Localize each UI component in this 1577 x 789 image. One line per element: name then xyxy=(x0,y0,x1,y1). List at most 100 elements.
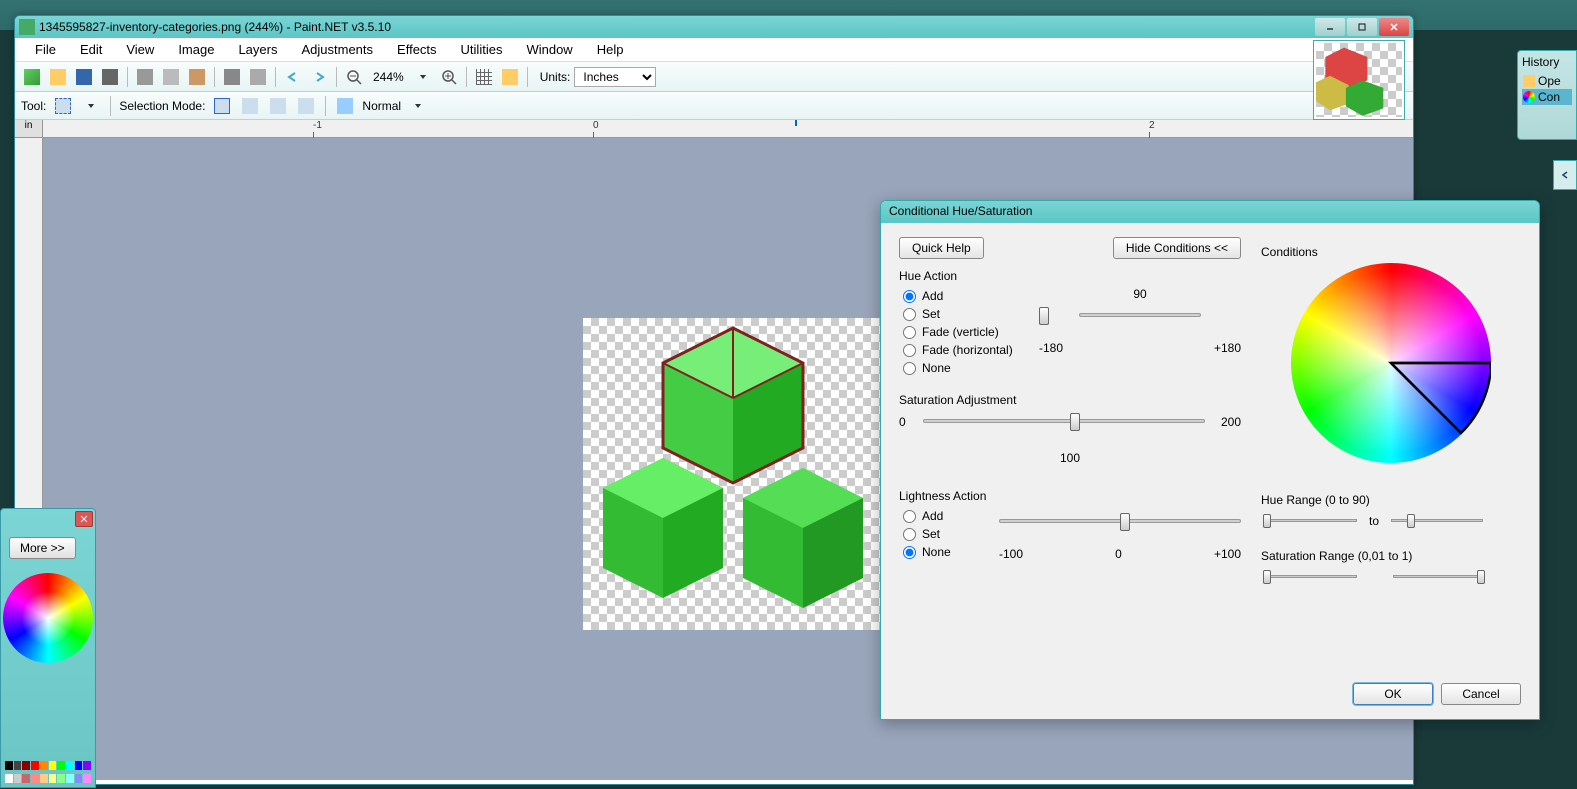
hue-fadev-radio[interactable] xyxy=(903,326,916,339)
undo-button[interactable] xyxy=(282,66,304,88)
tool-label: Tool: xyxy=(21,99,46,113)
crop-button[interactable] xyxy=(221,66,243,88)
ok-button[interactable]: OK xyxy=(1353,683,1433,705)
selmode-subtract[interactable] xyxy=(267,95,289,117)
titlebar[interactable]: 1345595827-inventory-categories.png (244… xyxy=(15,16,1413,38)
colors-panel[interactable]: More >> xyxy=(0,508,96,788)
hue-max: +180 xyxy=(1214,341,1241,355)
menu-layers[interactable]: Layers xyxy=(226,38,289,61)
selmode-replace[interactable] xyxy=(211,95,233,117)
swatch-row[interactable] xyxy=(3,759,93,772)
hue-add-radio[interactable] xyxy=(903,290,916,303)
hue-min: -180 xyxy=(1039,341,1063,355)
conditions-label: Conditions xyxy=(1261,245,1521,259)
hide-conditions-button[interactable]: Hide Conditions << xyxy=(1113,237,1241,259)
print-button[interactable] xyxy=(99,66,121,88)
zoom-dropdown[interactable] xyxy=(412,66,434,88)
hue-action-label: Hue Action xyxy=(899,269,1241,283)
sat-range-max-slider[interactable] xyxy=(1389,567,1489,587)
ruler-corner: in xyxy=(15,120,43,138)
grid-button[interactable] xyxy=(473,66,495,88)
lightness-slider[interactable] xyxy=(999,511,1241,543)
flood-mode[interactable] xyxy=(334,95,356,117)
quick-help-button[interactable]: Quick Help xyxy=(899,237,984,259)
colors-close-button[interactable] xyxy=(75,511,93,527)
saturation-label: Saturation Adjustment xyxy=(899,393,1241,407)
lightness-label: Lightness Action xyxy=(899,489,1241,503)
history-panel[interactable]: History Ope Con xyxy=(1517,50,1577,140)
tool-dropdown[interactable] xyxy=(80,95,102,117)
zoom-level[interactable]: 244% xyxy=(369,70,408,84)
ruler-tick: -1 xyxy=(313,120,322,131)
normal-dropdown[interactable] xyxy=(407,95,429,117)
menu-window[interactable]: Window xyxy=(514,38,584,61)
ruler-tick: 2 xyxy=(1149,120,1155,131)
sat-value: 100 xyxy=(899,451,1241,465)
menu-adjustments[interactable]: Adjustments xyxy=(289,38,385,61)
menu-help[interactable]: Help xyxy=(585,38,636,61)
menu-file[interactable]: File xyxy=(23,38,68,61)
ruler-tick: 0 xyxy=(593,120,599,131)
paste-button[interactable] xyxy=(186,66,208,88)
hue-range-max-slider[interactable] xyxy=(1387,511,1487,531)
image-canvas[interactable] xyxy=(583,318,895,630)
selmode-intersect[interactable] xyxy=(295,95,317,117)
menu-utilities[interactable]: Utilities xyxy=(449,38,515,61)
open-button[interactable] xyxy=(47,66,69,88)
light-set-radio[interactable] xyxy=(903,528,916,541)
ruler-button[interactable] xyxy=(499,66,521,88)
menu-effects[interactable]: Effects xyxy=(385,38,449,61)
sat-range-min-slider[interactable] xyxy=(1261,567,1361,587)
maximize-button[interactable] xyxy=(1347,18,1377,36)
color-wheel-icon[interactable] xyxy=(3,573,93,663)
zoom-in-button[interactable] xyxy=(438,66,460,88)
copy-button[interactable] xyxy=(160,66,182,88)
cancel-button[interactable]: Cancel xyxy=(1441,683,1521,705)
hue-set-radio[interactable] xyxy=(903,308,916,321)
units-select[interactable]: Inches xyxy=(574,67,656,87)
light-add-radio[interactable] xyxy=(903,510,916,523)
hue-range-label: Hue Range (0 to 90) xyxy=(1261,493,1521,507)
dialog-title[interactable]: Conditional Hue/Saturation xyxy=(881,201,1539,223)
horizontal-ruler[interactable]: -1 0 2 xyxy=(43,120,1413,138)
menu-view[interactable]: View xyxy=(114,38,166,61)
hue-value: 90 xyxy=(1039,287,1241,301)
normal-label: Normal xyxy=(362,99,401,113)
tool-options-bar: Tool: Selection Mode: Normal xyxy=(15,92,1413,120)
hue-range-min-slider[interactable] xyxy=(1261,511,1361,531)
conditional-hue-sat-dialog[interactable]: Conditional Hue/Saturation Quick Help Hi… xyxy=(880,200,1540,720)
panel-collapse-arrow[interactable] xyxy=(1553,160,1577,190)
new-button[interactable] xyxy=(21,66,43,88)
swatch-row[interactable] xyxy=(3,772,93,785)
hue-none-radio[interactable] xyxy=(903,362,916,375)
selection-mode-label: Selection Mode: xyxy=(119,99,205,113)
app-icon xyxy=(19,19,35,35)
units-label: Units: xyxy=(540,70,571,84)
deselect-button[interactable] xyxy=(247,66,269,88)
menu-edit[interactable]: Edit xyxy=(68,38,114,61)
saturation-slider[interactable]: 0 200 xyxy=(899,411,1241,443)
thumb-boxes-icon xyxy=(1316,43,1402,118)
tool-selector[interactable] xyxy=(52,95,74,117)
selmode-add[interactable] xyxy=(239,95,261,117)
light-none-radio[interactable] xyxy=(903,546,916,559)
window-title: 1345595827-inventory-categories.png (244… xyxy=(39,20,1315,34)
redo-button[interactable] xyxy=(308,66,330,88)
close-button[interactable] xyxy=(1379,18,1409,36)
history-item-conditional[interactable]: Con xyxy=(1522,89,1572,105)
document-thumbnail[interactable] xyxy=(1313,40,1405,120)
zoom-out-button[interactable] xyxy=(343,66,365,88)
save-button[interactable] xyxy=(73,66,95,88)
cursor-marker xyxy=(795,120,797,126)
hue-slider[interactable] xyxy=(1039,305,1241,337)
cut-button[interactable] xyxy=(134,66,156,88)
history-item-open[interactable]: Ope xyxy=(1522,73,1572,89)
minimize-button[interactable] xyxy=(1315,18,1345,36)
hue-fadeh-radio[interactable] xyxy=(903,344,916,357)
main-toolbar: 244% Units: Inches xyxy=(15,62,1413,92)
menu-image[interactable]: Image xyxy=(166,38,226,61)
menubar: File Edit View Image Layers Adjustments … xyxy=(15,38,1413,62)
boxes-image xyxy=(583,318,895,630)
colors-more-button[interactable]: More >> xyxy=(9,537,76,559)
conditions-color-wheel[interactable] xyxy=(1291,263,1491,463)
